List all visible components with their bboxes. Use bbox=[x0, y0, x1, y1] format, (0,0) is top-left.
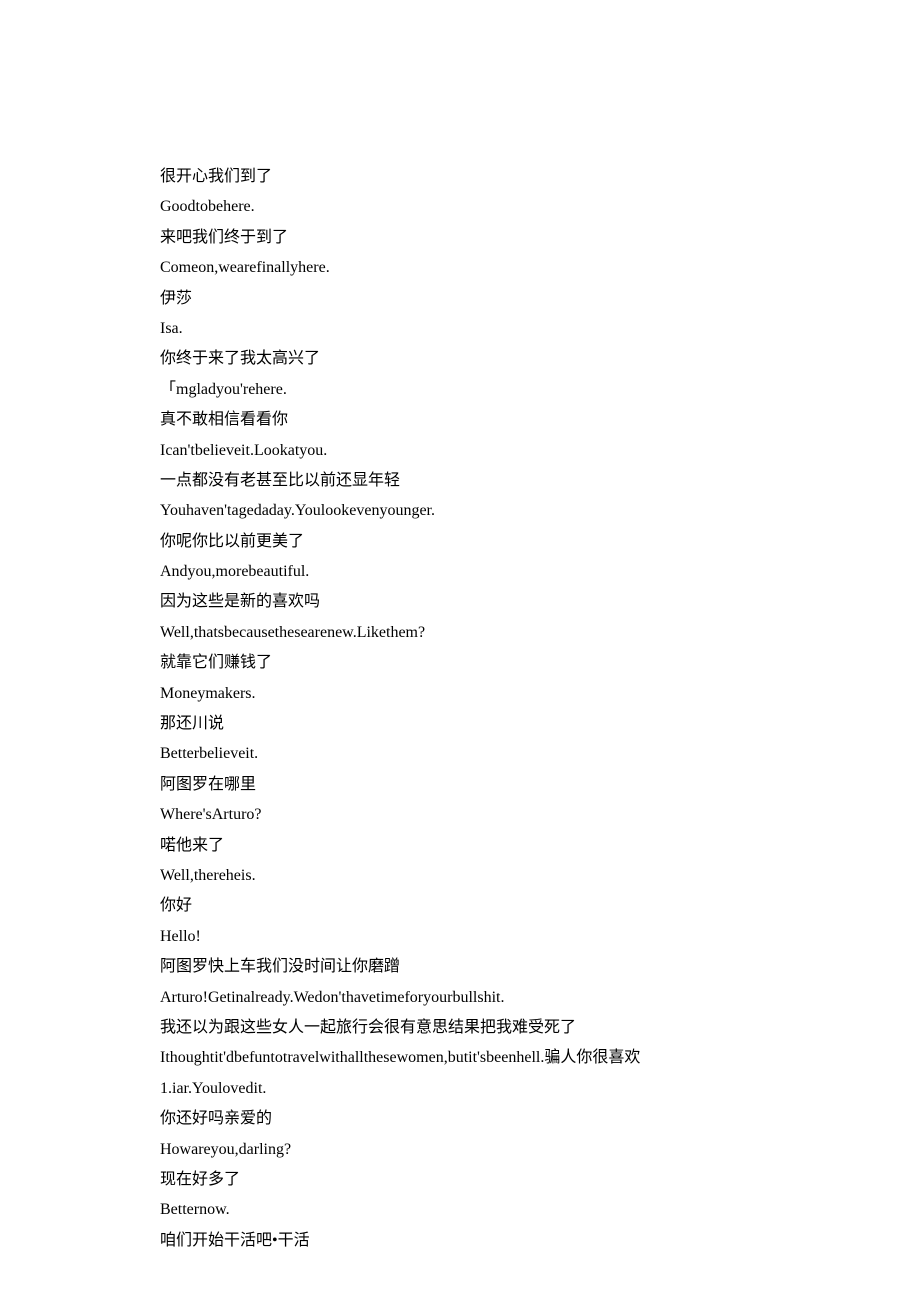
text-line: Youhaven'tagedaday.Youlookevenyounger. bbox=[160, 496, 760, 526]
text-line: 「mgladyou'rehere. bbox=[160, 375, 760, 405]
text-line: Well,thereheis. bbox=[160, 861, 760, 891]
text-line: 你终于来了我太高兴了 bbox=[160, 344, 760, 374]
text-line: 1.iar.Youlovedit. bbox=[160, 1074, 760, 1104]
text-line: Well,thatsbecausethesearenew.Likethem? bbox=[160, 618, 760, 648]
text-line: 就靠它们赚钱了 bbox=[160, 648, 760, 678]
text-line: Ican'tbelieveit.Lookatyou. bbox=[160, 436, 760, 466]
text-line: 阿图罗快上车我们没时间让你磨蹭 bbox=[160, 952, 760, 982]
text-line: 真不敢相信看看你 bbox=[160, 405, 760, 435]
text-line: Moneymakers. bbox=[160, 679, 760, 709]
text-line: 很开心我们到了 bbox=[160, 162, 760, 192]
text-line: Isa. bbox=[160, 314, 760, 344]
text-line: 现在好多了 bbox=[160, 1165, 760, 1195]
text-line: 伊莎 bbox=[160, 284, 760, 314]
text-line: Goodtobehere. bbox=[160, 192, 760, 222]
text-line: 喏他来了 bbox=[160, 831, 760, 861]
text-line: 一点都没有老甚至比以前还显年轻 bbox=[160, 466, 760, 496]
text-line: 来吧我们终于到了 bbox=[160, 223, 760, 253]
text-line: Betternow. bbox=[160, 1195, 760, 1225]
text-line: Ithoughtit'dbefuntotravelwithallthesewom… bbox=[160, 1043, 760, 1073]
text-line: Andyou,morebeautiful. bbox=[160, 557, 760, 587]
text-line: 你还好吗亲爱的 bbox=[160, 1104, 760, 1134]
text-line: 阿图罗在哪里 bbox=[160, 770, 760, 800]
text-line: 我还以为跟这些女人一起旅行会很有意思结果把我难受死了 bbox=[160, 1013, 760, 1043]
text-line: Arturo!Getinalready.Wedon'thavetimeforyo… bbox=[160, 983, 760, 1013]
text-line: 因为这些是新的喜欢吗 bbox=[160, 587, 760, 617]
text-line: Where'sArturo? bbox=[160, 800, 760, 830]
document-content: 很开心我们到了Goodtobehere.来吧我们终于到了Comeon,weare… bbox=[160, 162, 760, 1256]
text-line: 那还川说 bbox=[160, 709, 760, 739]
text-line: 你呢你比以前更美了 bbox=[160, 527, 760, 557]
text-line: 咱们开始干活吧•干活 bbox=[160, 1226, 760, 1256]
text-line: Betterbelieveit. bbox=[160, 739, 760, 769]
text-line: 你好 bbox=[160, 891, 760, 921]
text-line: Hello! bbox=[160, 922, 760, 952]
text-line: Comeon,wearefinallyhere. bbox=[160, 253, 760, 283]
text-line: Howareyou,darling? bbox=[160, 1135, 760, 1165]
